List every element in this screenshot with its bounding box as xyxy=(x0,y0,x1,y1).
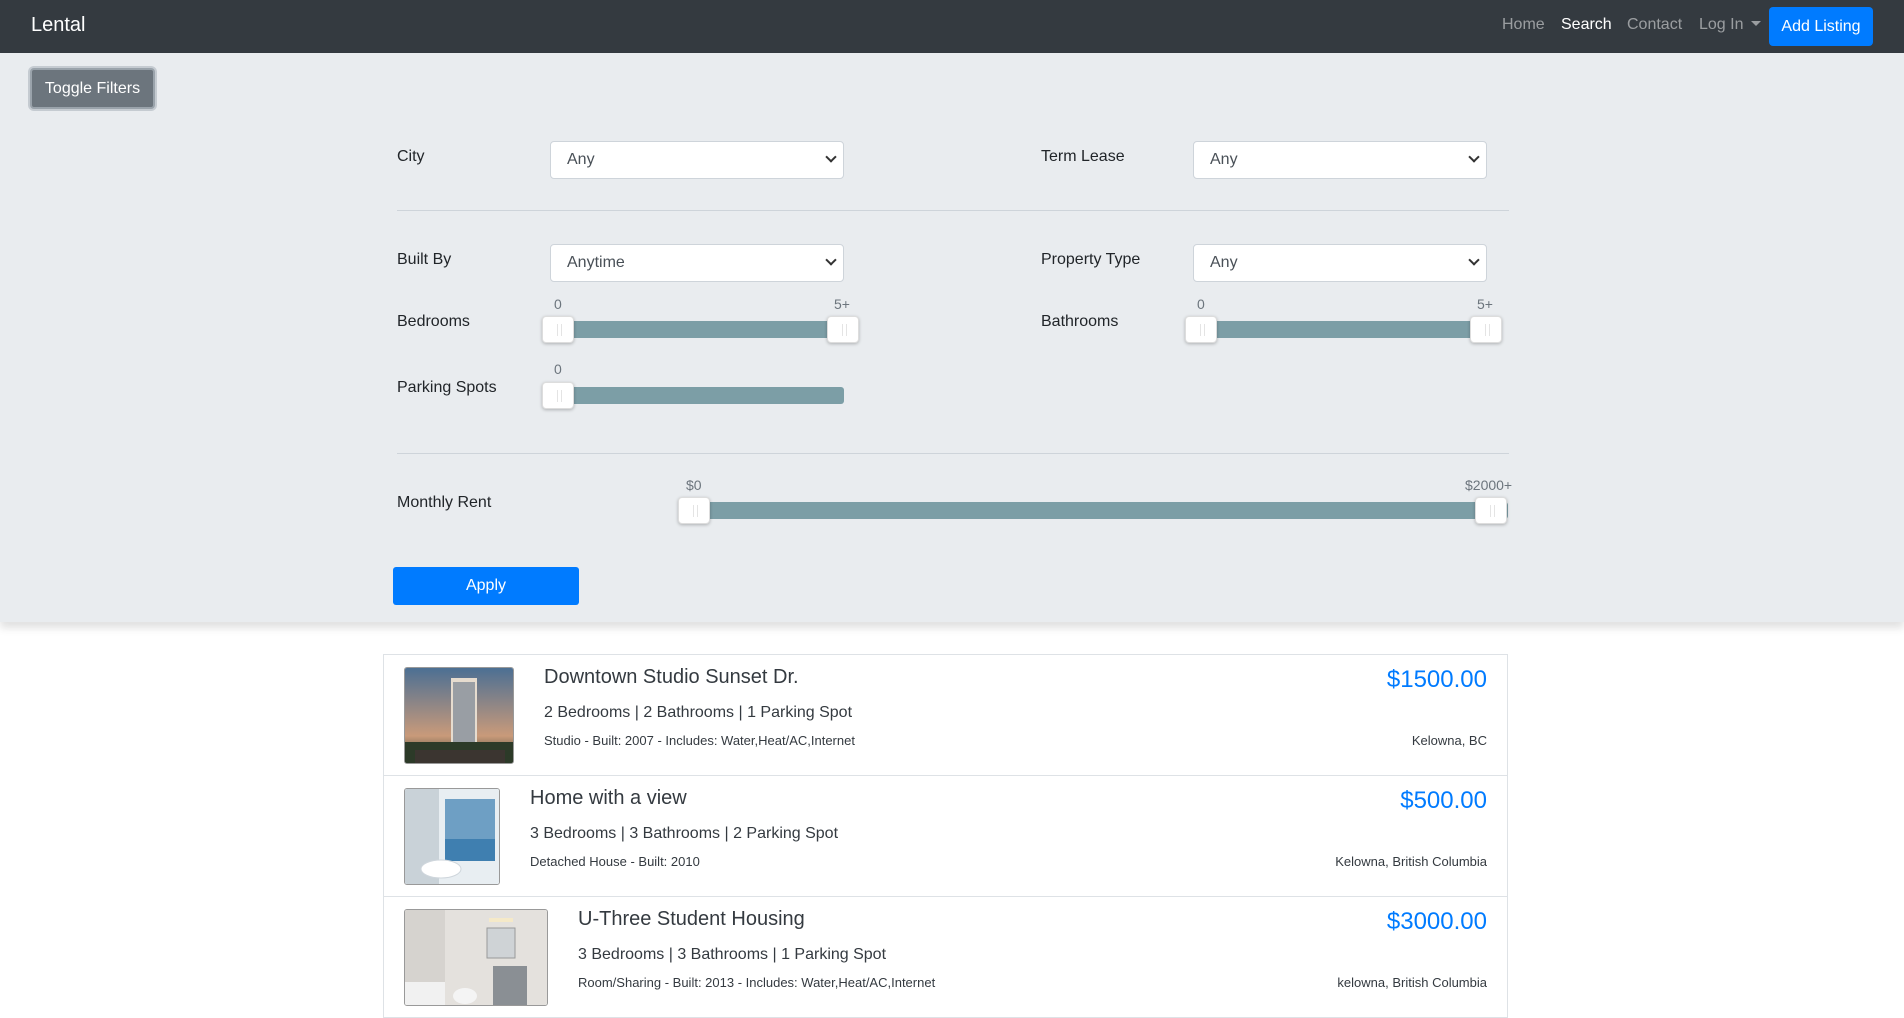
term-lease-select[interactable]: Any xyxy=(1193,141,1487,179)
add-listing-button[interactable]: Add Listing xyxy=(1769,7,1873,46)
login-dropdown[interactable]: Log In xyxy=(1699,16,1762,34)
monthly-rent-label: Monthly Rent xyxy=(397,494,492,511)
chevron-down-icon xyxy=(825,254,837,266)
divider xyxy=(397,210,1509,211)
listing-card[interactable]: Home with a view 3 Bedrooms | 3 Bathroom… xyxy=(383,775,1508,897)
property-type-select[interactable]: Any xyxy=(1193,244,1487,282)
bathrooms-min-handle[interactable] xyxy=(1185,316,1217,343)
term-lease-label: Term Lease xyxy=(1041,148,1125,165)
parking-min-tick: 0 xyxy=(554,361,562,377)
listing-card[interactable]: Downtown Studio Sunset Dr. 2 Bedrooms | … xyxy=(383,654,1508,776)
listing-details: Studio - Built: 2007 - Includes: Water,H… xyxy=(544,733,855,748)
listing-title[interactable]: Downtown Studio Sunset Dr. xyxy=(544,666,799,689)
bathrooms-min-tick: 0 xyxy=(1197,296,1205,312)
city-label: City xyxy=(397,148,425,165)
built-by-select-value: Anytime xyxy=(567,254,625,271)
listing-card[interactable]: U-Three Student Housing 3 Bedrooms | 3 B… xyxy=(383,896,1508,1018)
filter-panel: Toggle Filters City Any Term Lease Any B… xyxy=(0,53,1904,622)
listing-specs: 2 Bedrooms | 2 Bathrooms | 1 Parking Spo… xyxy=(544,704,853,721)
bedrooms-min-tick: 0 xyxy=(554,296,562,312)
rent-slider-track[interactable] xyxy=(694,502,1508,519)
bedrooms-slider-track[interactable] xyxy=(550,321,844,338)
rent-min-handle[interactable] xyxy=(678,497,710,524)
nav-contact[interactable]: Contact xyxy=(1627,16,1682,34)
listing-specs: 3 Bedrooms | 3 Bathrooms | 2 Parking Spo… xyxy=(530,825,839,842)
brand-logo[interactable]: Lental xyxy=(31,14,86,37)
chevron-down-icon xyxy=(1468,254,1480,266)
listing-title[interactable]: Home with a view xyxy=(530,787,687,810)
bathrooms-max-handle[interactable] xyxy=(1470,316,1502,343)
rent-max-tick: $2000+ xyxy=(1465,477,1513,493)
listing-location: kelowna, British Columbia xyxy=(1337,975,1487,990)
bathrooms-label: Bathrooms xyxy=(1041,313,1119,330)
toggle-filters-button[interactable]: Toggle Filters xyxy=(30,68,155,109)
listing-location: Kelowna, British Columbia xyxy=(1335,854,1487,869)
term-lease-select-value: Any xyxy=(1210,151,1238,168)
apply-button[interactable]: Apply xyxy=(393,567,579,605)
built-by-label: Built By xyxy=(397,251,452,268)
built-by-select[interactable]: Anytime xyxy=(550,244,844,282)
listing-thumbnail xyxy=(404,788,500,885)
bedrooms-max-tick: 5+ xyxy=(834,296,850,312)
caret-down-icon xyxy=(1751,21,1762,26)
listing-details: Detached House - Built: 2010 xyxy=(530,854,700,869)
listing-details: Room/Sharing - Built: 2013 - Includes: W… xyxy=(578,975,936,990)
rent-min-tick: $0 xyxy=(686,477,702,493)
city-select[interactable]: Any xyxy=(550,141,844,179)
listing-thumbnail xyxy=(404,909,548,1006)
divider xyxy=(397,453,1509,454)
city-select-value: Any xyxy=(567,151,595,168)
listing-thumbnail xyxy=(404,667,514,764)
listing-price: $3000.00 xyxy=(1386,908,1487,935)
listing-specs: 3 Bedrooms | 3 Bathrooms | 1 Parking Spo… xyxy=(578,946,887,963)
navbar: Lental Home Search Contact Log In Add Li… xyxy=(0,0,1904,53)
listing-price: $500.00 xyxy=(1400,787,1487,814)
bathrooms-slider-track[interactable] xyxy=(1193,321,1487,338)
bathrooms-max-tick: 5+ xyxy=(1477,296,1493,312)
parking-label: Parking Spots xyxy=(397,379,497,396)
bedrooms-max-handle[interactable] xyxy=(827,316,859,343)
nav-home[interactable]: Home xyxy=(1502,16,1545,34)
bedrooms-label: Bedrooms xyxy=(397,313,470,330)
listing-price: $1500.00 xyxy=(1386,666,1487,693)
property-type-label: Property Type xyxy=(1041,251,1141,268)
rent-max-handle[interactable] xyxy=(1475,497,1507,524)
listing-title[interactable]: U-Three Student Housing xyxy=(578,908,805,931)
chevron-down-icon xyxy=(1468,151,1480,163)
chevron-down-icon xyxy=(825,151,837,163)
parking-handle[interactable] xyxy=(542,382,574,409)
parking-slider-track[interactable] xyxy=(550,387,844,404)
property-type-select-value: Any xyxy=(1210,254,1238,271)
listing-location: Kelowna, BC xyxy=(1411,733,1487,748)
bedrooms-min-handle[interactable] xyxy=(542,316,574,343)
nav-search[interactable]: Search xyxy=(1561,16,1612,34)
login-label: Log In xyxy=(1699,16,1744,33)
